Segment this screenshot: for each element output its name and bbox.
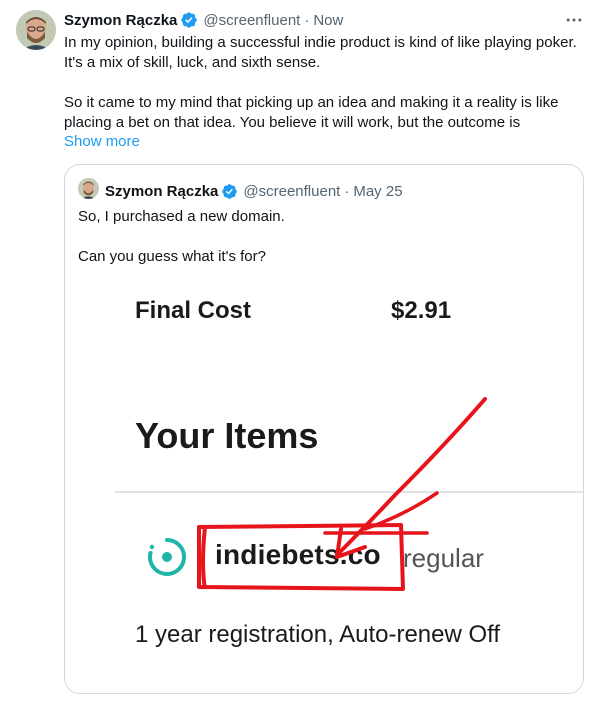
- verified-badge-icon: [222, 183, 238, 199]
- ring-logo-icon: [148, 538, 187, 576]
- red-arrow-extra: [363, 491, 439, 531]
- items-heading: Your Items: [135, 415, 319, 456]
- author-handle[interactable]: @screenfluent: [203, 12, 300, 29]
- more-horizontal-icon[interactable]: [562, 8, 586, 32]
- show-more-link[interactable]: Show more: [64, 132, 140, 152]
- tweet-header: Szymon Rączka @screenfluent · Now: [64, 10, 343, 30]
- tweet-timestamp[interactable]: Now: [313, 12, 343, 29]
- quoted-tweet-text: So, I purchased a new domain. Can you gu…: [78, 208, 285, 265]
- registration-info: 1 year registration, Auto-renew Off: [135, 621, 501, 648]
- quoted-author-name: Szymon Rączka: [105, 182, 219, 200]
- final-cost-value: $2.91: [391, 297, 452, 324]
- author-avatar[interactable]: [16, 10, 56, 50]
- domain-tier: regular: [403, 543, 484, 573]
- quoted-author-handle: @screenfluent: [243, 182, 341, 200]
- divider: [115, 491, 583, 493]
- quoted-tweet[interactable]: Szymon Rączka @screenfluent · May 25 So,…: [64, 164, 584, 694]
- tweet-text: In my opinion, building a successful ind…: [64, 34, 577, 131]
- quoted-tweet-header: Szymon Rączka @screenfluent · May 25: [105, 181, 403, 201]
- quoted-tweet-timestamp: May 25: [353, 182, 403, 200]
- quoted-tweet-image[interactable]: Final Cost $2.91 Your Items indiebets.co…: [65, 265, 583, 693]
- red-arrow-shaft: [335, 397, 487, 557]
- author-name[interactable]: Szymon Rączka: [64, 12, 177, 29]
- domain-name: indiebets.co: [215, 539, 381, 570]
- separator-dot: ·: [304, 11, 310, 29]
- verified-badge-icon: [181, 12, 198, 28]
- final-cost-label: Final Cost: [135, 297, 252, 324]
- quoted-author-avatar: [78, 178, 99, 199]
- separator-dot: ·: [344, 182, 350, 200]
